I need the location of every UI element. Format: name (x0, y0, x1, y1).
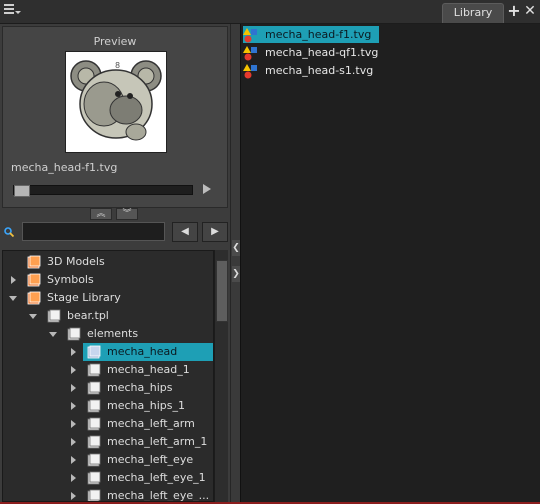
element-icon (87, 489, 101, 501)
search-row: ◀ ▶ (0, 220, 230, 246)
tree-item-label: mecha_hips_1 (107, 399, 185, 412)
tree-item-mecha-hips[interactable]: mecha_hips (3, 379, 213, 397)
expand-arrow-icon[interactable] (71, 384, 76, 392)
expand-arrow-icon[interactable] (71, 438, 76, 446)
element-icon (87, 453, 101, 467)
search-previous-button[interactable]: ◀ (172, 222, 198, 242)
add-panel-icon[interactable]: + (507, 3, 521, 19)
folder-orange-icon (27, 291, 41, 305)
library-item-label: mecha_head-qf1.tvg (265, 46, 379, 59)
tree-item-mecha-hips-1[interactable]: mecha_hips_1 (3, 397, 213, 415)
pane-splitter[interactable]: ❮ ❯ (230, 24, 240, 502)
tree-item-mecha-head-1[interactable]: mecha_head_1 (3, 361, 213, 379)
frame-slider[interactable] (13, 185, 193, 197)
tree-item-bear-tpl[interactable]: bear.tpl (3, 307, 213, 325)
tree-item-stage-library[interactable]: Stage Library (3, 289, 213, 307)
expand-arrow-icon[interactable] (11, 276, 16, 284)
tree-item-mecha-head[interactable]: mecha_head (3, 343, 213, 361)
preview-collapse-controls: ︽ ︾ (90, 208, 140, 220)
library-item-mecha-head-f1[interactable]: mecha_head-f1.tvg (243, 26, 379, 43)
tree-item-label: mecha_head (107, 345, 178, 358)
svg-text:8: 8 (115, 61, 120, 70)
tree-item-label: bear.tpl (67, 309, 109, 322)
expand-arrow-icon[interactable] (71, 366, 76, 374)
tree-item-mecha-left-arm-1[interactable]: mecha_left_arm_1 (3, 433, 213, 451)
folder-orange-icon (27, 273, 41, 287)
collapse-arrow-icon[interactable] (29, 314, 37, 319)
panel-menu-icon[interactable] (4, 4, 21, 18)
play-icon[interactable] (203, 184, 211, 194)
search-input[interactable] (22, 222, 165, 241)
drawing-file-icon (243, 28, 257, 43)
expand-arrow-icon[interactable] (71, 474, 76, 482)
collapse-up-button[interactable]: ︽ (90, 208, 112, 220)
tree-item-label: mecha_head_1 (107, 363, 190, 376)
preview-panel: Preview 8 mecha_head-f1.tvg (2, 26, 228, 208)
tree-item-label: mecha_left_eye_... (107, 489, 210, 502)
element-icon (87, 435, 101, 449)
expand-arrow-icon[interactable] (71, 348, 76, 356)
tree-item-mecha-left-arm[interactable]: mecha_left_arm (3, 415, 213, 433)
expand-arrow-icon[interactable] (71, 492, 76, 500)
tree-item-mecha-left-eye[interactable]: mecha_left_eye (3, 451, 213, 469)
search-icon (4, 227, 14, 237)
library-item-label: mecha_head-s1.tvg (265, 64, 374, 77)
element-icon (87, 471, 101, 485)
tree-item-label: mecha_hips (107, 381, 173, 394)
drawing-file-icon (243, 46, 257, 61)
library-item-mecha-head-qf1[interactable]: mecha_head-qf1.tvg (243, 44, 393, 61)
template-icon (67, 327, 81, 341)
element-icon (87, 417, 101, 431)
collapse-left-button[interactable]: ❮ (232, 240, 240, 256)
collapse-right-button[interactable]: ❯ (232, 266, 240, 282)
tree-item-label: mecha_left_arm_1 (107, 435, 208, 448)
element-icon (87, 399, 101, 413)
tree-item-elements[interactable]: elements (3, 325, 213, 343)
library-contents-pane: mecha_head-f1.tvg mecha_head-qf1.tvg mec… (240, 24, 540, 502)
element-icon (87, 345, 101, 359)
tree-item-label: 3D Models (47, 255, 105, 268)
folder-orange-icon (27, 255, 41, 269)
element-icon (87, 363, 101, 377)
tree-scrollbar-thumb[interactable] (216, 260, 228, 322)
tree-item-label: mecha_left_eye (107, 453, 194, 466)
tree-scrollbar[interactable] (214, 250, 228, 502)
frame-slider-thumb[interactable] (14, 185, 30, 197)
drawing-file-icon (243, 64, 257, 79)
tree-item-label: elements (87, 327, 139, 340)
library-item-mecha-head-s1[interactable]: mecha_head-s1.tvg (243, 62, 393, 79)
expand-arrow-icon[interactable] (71, 420, 76, 428)
tree-item-label: mecha_left_eye_1 (107, 471, 206, 484)
preview-filename: mecha_head-f1.tvg (11, 161, 118, 174)
tree-item-label: mecha_left_arm (107, 417, 195, 430)
library-item-label: mecha_head-f1.tvg (265, 28, 372, 41)
collapse-down-button[interactable]: ︾ (116, 208, 138, 220)
expand-arrow-icon[interactable] (71, 402, 76, 410)
preview-thumbnail: 8 (65, 51, 167, 153)
bear-head-drawing-icon: 8 (70, 60, 162, 141)
tree-item-label: Stage Library (47, 291, 121, 304)
expand-arrow-icon[interactable] (71, 456, 76, 464)
collapse-arrow-icon[interactable] (49, 332, 57, 337)
close-panel-icon[interactable]: ✕ (523, 3, 537, 19)
tree-item-symbols[interactable]: Symbols (3, 271, 213, 289)
collapse-arrow-icon[interactable] (9, 296, 17, 301)
top-bar: Library + ✕ (0, 0, 540, 24)
preview-title: Preview (93, 35, 137, 48)
library-tree: 3D Models Symbols Stage Library bear.tpl (2, 250, 214, 502)
library-left-pane: Preview 8 mecha_head-f1.tvg ︽ ︾ ◀ ▶ 3D M… (0, 24, 230, 502)
element-icon (87, 381, 101, 395)
tree-item-label: Symbols (47, 273, 94, 286)
search-next-button[interactable]: ▶ (202, 222, 228, 242)
tree-item-3d-models[interactable]: 3D Models (3, 253, 213, 271)
tree-item-mecha-left-eye-2[interactable]: mecha_left_eye_... (3, 487, 213, 502)
tree-item-mecha-left-eye-1[interactable]: mecha_left_eye_1 (3, 469, 213, 487)
template-icon (47, 309, 61, 323)
tab-library[interactable]: Library (442, 3, 504, 23)
